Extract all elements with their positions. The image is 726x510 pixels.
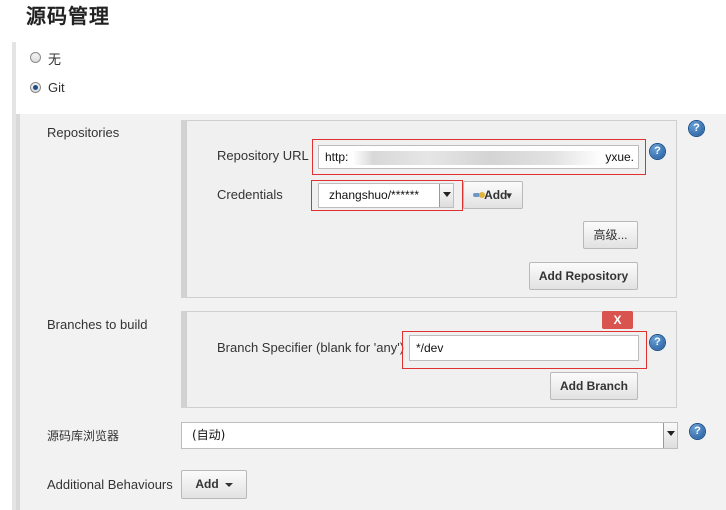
credentials-label: Credentials bbox=[217, 187, 283, 202]
redacted-url bbox=[353, 151, 603, 165]
repository-url-start: http: bbox=[325, 150, 349, 164]
add-credentials-label: Add bbox=[484, 188, 508, 202]
credentials-value: zhangshuo/****** bbox=[329, 188, 420, 202]
delete-branch-button[interactable]: X bbox=[602, 311, 633, 329]
add-credentials-button[interactable]: Add▾ bbox=[463, 181, 523, 209]
add-behaviour-label: Add bbox=[195, 477, 219, 491]
git-config-border bbox=[16, 114, 20, 510]
repository-browser-select[interactable]: (自动) bbox=[181, 422, 678, 449]
scm-option-git-label: Git bbox=[48, 80, 65, 95]
branch-specifier-label: Branch Specifier (blank for 'any') bbox=[217, 340, 405, 355]
help-icon[interactable]: ? bbox=[650, 335, 665, 350]
repository-url-input[interactable]: http: yxue. bbox=[318, 145, 639, 169]
repositories-label: Repositories bbox=[47, 125, 120, 140]
add-branch-button[interactable]: Add Branch bbox=[550, 372, 638, 400]
repository-browser-label: 源码库浏览器 bbox=[47, 429, 120, 443]
caret-down-icon bbox=[224, 482, 233, 487]
branches-label: Branches to build bbox=[47, 317, 148, 332]
scm-radio-none[interactable] bbox=[30, 52, 41, 63]
help-icon[interactable]: ? bbox=[690, 424, 705, 439]
chevron-down-icon[interactable] bbox=[439, 184, 453, 207]
scm-option-none-label: 无 bbox=[48, 52, 62, 67]
repository-browser-value: (自动) bbox=[192, 428, 226, 442]
help-icon[interactable]: ? bbox=[689, 121, 704, 136]
scm-radio-git[interactable] bbox=[30, 82, 41, 93]
add-repository-button[interactable]: Add Repository bbox=[529, 262, 638, 290]
branch-specifier-input[interactable]: */dev bbox=[409, 335, 639, 361]
help-icon[interactable]: ? bbox=[650, 144, 665, 159]
key-icon-head bbox=[479, 192, 485, 198]
credentials-select[interactable]: zhangshuo/****** bbox=[318, 183, 454, 208]
advanced-button[interactable]: 高级... bbox=[583, 221, 638, 249]
repository-url-label: Repository URL bbox=[217, 148, 309, 163]
add-behaviour-button[interactable]: Add bbox=[181, 470, 247, 499]
page-title: 源码管理 bbox=[26, 4, 110, 28]
additional-behaviours-label: Additional Behaviours bbox=[47, 477, 173, 492]
repository-url-end: yxue. bbox=[605, 150, 634, 164]
chevron-down-icon[interactable] bbox=[663, 423, 677, 448]
